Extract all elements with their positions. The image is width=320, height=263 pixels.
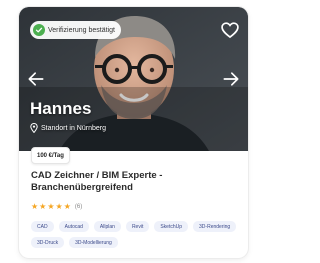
price-badge: 100 €/Tag [31,147,70,164]
freelancer-card[interactable]: Verifizierung bestätigt Hannes Standort … [19,7,248,258]
skill-tag[interactable]: SketchUp [154,221,189,232]
skill-tag[interactable]: 3D-Druck [31,237,65,248]
skill-tag[interactable]: Revit [125,221,150,232]
skill-tag[interactable]: Autocad [58,221,89,232]
skill-tag[interactable]: Allplan [93,221,121,232]
star-icon: ★ [31,202,39,211]
map-pin-icon [30,123,38,133]
star-icon: ★ [63,202,71,211]
rating-count: (6) [74,204,83,210]
star-icon: ★ [55,202,63,211]
verified-badge-label: Verifizierung bestätigt [48,26,115,34]
arrow-right-icon[interactable] [221,69,241,89]
profile-photo[interactable]: Verifizierung bestätigt Hannes Standort … [19,7,248,151]
freelancer-name: Hannes [30,99,92,118]
verified-badge: Verifizierung bestätigt [30,21,121,39]
heart-icon[interactable] [220,20,240,40]
skill-tags: CAD Autocad Allplan Revit SketchUp 3D-Re… [31,221,243,248]
profile-title[interactable]: CAD Zeichner / BIM Experte - Branchenübe… [31,170,236,194]
location: Standort in Nürnberg [30,123,106,133]
skill-tag[interactable]: CAD [31,221,54,232]
skill-tag[interactable]: 3D-Modellierung [69,237,118,248]
location-label: Standort in Nürnberg [41,124,106,132]
arrow-left-icon[interactable] [26,69,46,89]
check-circle-icon [33,24,45,36]
rating: ★ ★ ★ ★ ★ (6) [31,203,82,211]
star-icon: ★ [39,202,47,211]
skill-tag[interactable]: 3D-Rendering [193,221,237,232]
star-icon: ★ [47,202,55,211]
